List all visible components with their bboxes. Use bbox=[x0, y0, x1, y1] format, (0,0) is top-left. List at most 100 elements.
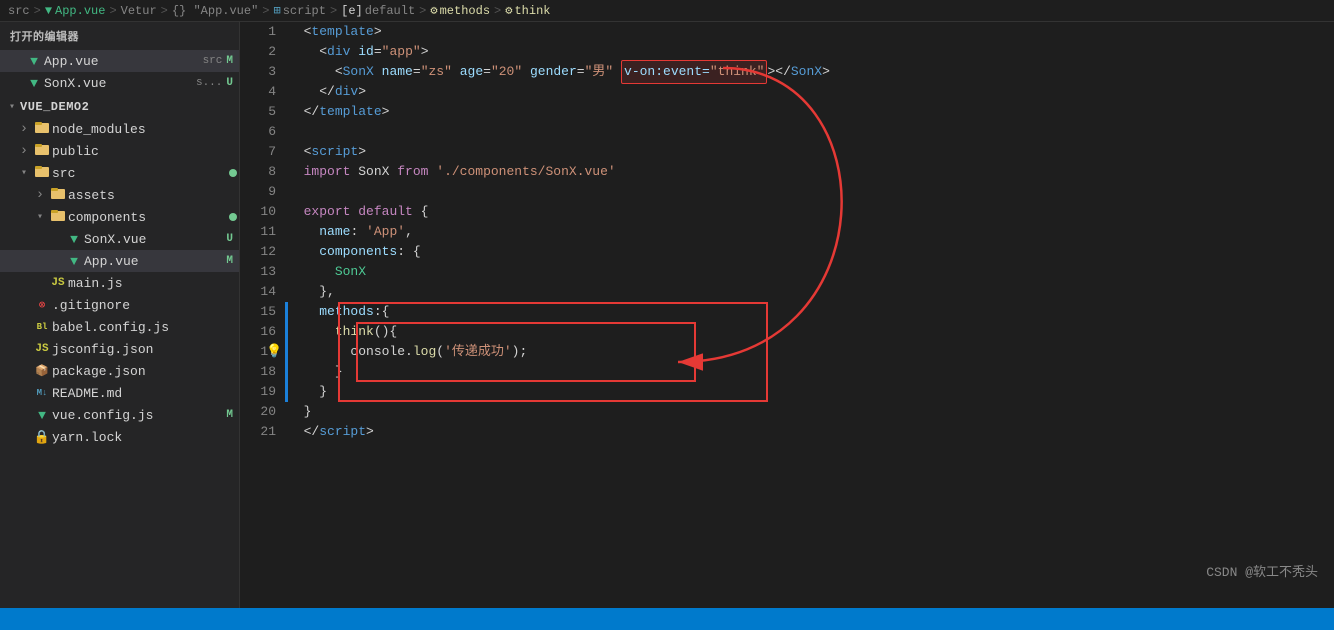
code-line-1: <template> bbox=[288, 22, 1314, 42]
components-label: components bbox=[68, 210, 225, 225]
project-root[interactable]: VUE_DEMO2 bbox=[0, 96, 239, 118]
red-box-vonthink: v-on:event="think" bbox=[621, 60, 767, 84]
sonx-badge: U bbox=[226, 233, 233, 245]
assets-arrow bbox=[32, 187, 48, 203]
babel-label: babel.config.js bbox=[52, 320, 239, 335]
code-line-15: methods:{ bbox=[288, 302, 1314, 322]
code-line-9 bbox=[288, 182, 1314, 202]
breadcrumb-default: default bbox=[365, 4, 415, 18]
left-border-19 bbox=[285, 382, 288, 402]
yarn-label: yarn.lock bbox=[52, 430, 239, 445]
bc-sep-4: > bbox=[262, 4, 269, 18]
sidebar-item-mainjs[interactable]: JS main.js bbox=[0, 272, 239, 294]
code-line-10: export default { bbox=[288, 202, 1314, 222]
git-icon: ⊗ bbox=[32, 298, 52, 312]
sidebar-item-babel[interactable]: Bl babel.config.js bbox=[0, 316, 239, 338]
open-file-label-2: SonX.vue bbox=[44, 76, 196, 91]
sidebar-item-node-modules[interactable]: node_modules bbox=[0, 118, 239, 140]
code-line-2: <div id="app"> bbox=[288, 42, 1314, 62]
code-line-19: } bbox=[288, 382, 1314, 402]
jsconfig-label: jsconfig.json bbox=[52, 342, 239, 357]
code-line-18: } bbox=[288, 362, 1314, 382]
breadcrumb-methods-icon: ⚙ bbox=[430, 3, 437, 18]
breadcrumb-bar: src > ▼ App.vue > Vetur > {} "App.vue" >… bbox=[0, 0, 1334, 22]
readme-icon: M↓ bbox=[32, 388, 52, 398]
root-arrow bbox=[4, 101, 20, 113]
sidebar: 打开的编辑器 ▼ App.vue src M ▼ SonX.vue s... U… bbox=[0, 22, 240, 608]
status-bar bbox=[0, 608, 1334, 630]
code-line-20: } bbox=[288, 402, 1314, 422]
code-line-17: 💡 console.log('传递成功'); bbox=[288, 342, 1314, 362]
bulb-icon: 💡 bbox=[266, 342, 282, 362]
code-line-11: name: 'App', bbox=[288, 222, 1314, 242]
sidebar-item-appvue[interactable]: ▼ App.vue M bbox=[0, 250, 239, 272]
code-line-12: components: { bbox=[288, 242, 1314, 262]
public-arrow bbox=[16, 143, 32, 159]
left-border-16 bbox=[285, 322, 288, 342]
code-line-21: </script> bbox=[288, 422, 1314, 442]
folder-icon-public bbox=[32, 141, 52, 161]
open-file-sonx[interactable]: ▼ SonX.vue s... U bbox=[0, 72, 239, 94]
sidebar-item-vueconfig[interactable]: ▼ vue.config.js M bbox=[0, 404, 239, 426]
open-file-path-2: s... bbox=[196, 77, 222, 89]
sidebar-item-yarn[interactable]: 🔒 yarn.lock bbox=[0, 426, 239, 448]
breadcrumb-script-icon: ⊞ bbox=[273, 3, 280, 18]
folder-icon-components bbox=[48, 207, 68, 227]
breadcrumb-obj: {} "App.vue" bbox=[172, 4, 258, 18]
folder-icon-assets bbox=[48, 185, 68, 205]
gitignore-label: .gitignore bbox=[52, 298, 239, 313]
line-numbers: 12345 678910 1112131415 1617181920 21 bbox=[240, 22, 288, 608]
sidebar-item-sonxvue[interactable]: ▼ SonX.vue U bbox=[0, 228, 239, 250]
code-line-8: import SonX from './components/SonX.vue' bbox=[288, 162, 1314, 182]
sidebar-item-components[interactable]: components bbox=[0, 206, 239, 228]
watermark: CSDN @软工不秃头 bbox=[1206, 561, 1318, 580]
code-container[interactable]: 12345 678910 1112131415 1617181920 21 <t… bbox=[240, 22, 1334, 608]
babel-icon: Bl bbox=[32, 322, 52, 332]
main-layout: 打开的编辑器 ▼ App.vue src M ▼ SonX.vue s... U… bbox=[0, 22, 1334, 608]
open-file-path-1: src bbox=[203, 55, 223, 67]
code-line-3: <SonX name="zs" age="20" gender="男" v-on… bbox=[288, 62, 1314, 82]
readme-label: README.md bbox=[52, 386, 239, 401]
sidebar-item-package[interactable]: 📦 package.json bbox=[0, 360, 239, 382]
package-label: package.json bbox=[52, 364, 239, 379]
src-arrow bbox=[16, 167, 32, 179]
open-file-appvue[interactable]: ▼ App.vue src M bbox=[0, 50, 239, 72]
assets-label: assets bbox=[68, 188, 239, 203]
vueconfig-badge: M bbox=[226, 409, 233, 421]
vue-icon-2: ▼ bbox=[24, 76, 44, 91]
sidebar-item-assets[interactable]: assets bbox=[0, 184, 239, 206]
vue-icon-app: ▼ bbox=[64, 254, 84, 269]
code-line-13: SonX bbox=[288, 262, 1314, 282]
code-line-14: }, bbox=[288, 282, 1314, 302]
code-line-4: </div> bbox=[288, 82, 1314, 102]
sidebar-header: 打开的编辑器 bbox=[0, 22, 239, 50]
bc-sep-3: > bbox=[161, 4, 168, 18]
open-file-label-1: App.vue bbox=[44, 54, 203, 69]
node-modules-label: node_modules bbox=[52, 122, 239, 137]
folder-icon-node-modules bbox=[32, 119, 52, 139]
yarn-icon: 🔒 bbox=[32, 430, 52, 445]
sidebar-item-jsconfig[interactable]: JS jsconfig.json bbox=[0, 338, 239, 360]
sidebar-item-public[interactable]: public bbox=[0, 140, 239, 162]
breadcrumb-vetur: Vetur bbox=[121, 4, 157, 18]
node-modules-arrow bbox=[16, 121, 32, 137]
package-icon: 📦 bbox=[32, 364, 52, 378]
components-modified-dot bbox=[229, 213, 237, 221]
src-modified-dot bbox=[229, 169, 237, 177]
vue-icon-1: ▼ bbox=[24, 54, 44, 69]
breadcrumb-script: script bbox=[283, 4, 326, 18]
bc-sep-2: > bbox=[109, 4, 116, 18]
editor-area: 12345 678910 1112131415 1617181920 21 <t… bbox=[240, 22, 1334, 608]
left-border-15 bbox=[285, 302, 288, 322]
breadcrumb-methods: methods bbox=[440, 4, 490, 18]
code-content[interactable]: <template> <div id="app"> <SonX name="zs… bbox=[288, 22, 1334, 608]
code-line-7: <script> bbox=[288, 142, 1314, 162]
code-line-16: think(){ bbox=[288, 322, 1314, 342]
sidebar-item-readme[interactable]: M↓ README.md bbox=[0, 382, 239, 404]
breadcrumb-src: src bbox=[8, 4, 30, 18]
bc-sep-1: > bbox=[34, 4, 41, 18]
sidebar-item-gitignore[interactable]: ⊗ .gitignore bbox=[0, 294, 239, 316]
code-line-5: </template> bbox=[288, 102, 1314, 122]
sidebar-item-src[interactable]: src bbox=[0, 162, 239, 184]
appvue-badge: M bbox=[226, 255, 233, 267]
